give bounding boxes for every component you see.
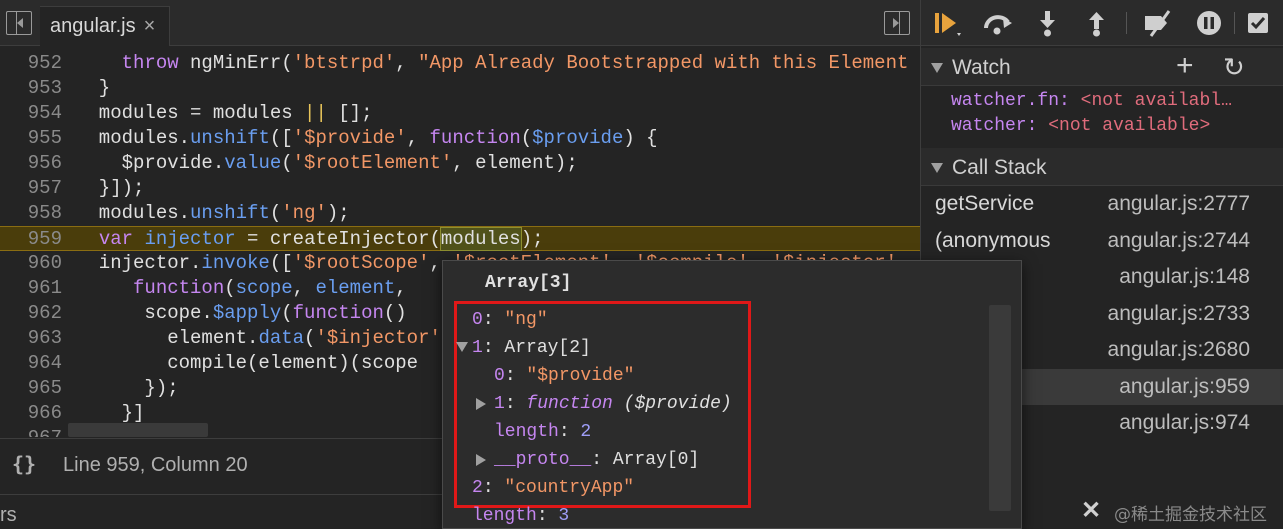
code-text: modules.unshift('ng'); xyxy=(76,202,350,224)
expand-triangle-icon[interactable] xyxy=(456,342,468,352)
code-line[interactable]: 953 } xyxy=(0,76,920,101)
watch-item[interactable]: watcher: <not available> xyxy=(951,114,1276,138)
popover-title: Array[3] xyxy=(485,273,572,293)
line-number[interactable]: 952 xyxy=(0,51,62,76)
nested-item-0[interactable]: 0: "$provide" xyxy=(494,362,634,390)
call-stack-title: Call Stack xyxy=(952,156,1047,179)
nested-proto[interactable]: __proto__: Array[0] xyxy=(476,446,699,474)
nested-item-1[interactable]: 1: function ($provide) xyxy=(476,390,732,418)
cursor-position: Line 959, Column 20 xyxy=(63,454,248,476)
toolbar-separator xyxy=(1126,12,1127,34)
frame-location[interactable]: angular.js:2744 xyxy=(1108,229,1250,253)
line-number[interactable]: 954 xyxy=(0,101,62,126)
close-icon[interactable]: ✕ xyxy=(1081,496,1101,525)
frame-function: getService xyxy=(935,192,1035,215)
watch-value: <not available> xyxy=(1048,116,1211,136)
line-number[interactable]: 964 xyxy=(0,351,62,376)
array-item-0[interactable]: 0: "ng" xyxy=(472,306,548,334)
frame-location[interactable]: angular.js:974 xyxy=(1119,411,1250,435)
code-text: compile(element)(scope xyxy=(76,352,419,374)
code-text: }); xyxy=(76,377,179,399)
popover-scrollbar[interactable] xyxy=(989,305,1011,511)
call-frame[interactable]: getService angular.js:2777 xyxy=(921,186,1283,222)
debugger-toolbar xyxy=(921,0,1283,46)
frame-location[interactable]: angular.js:959 xyxy=(1119,375,1250,399)
watch-expression: watcher xyxy=(951,116,1027,136)
bottom-panel-label[interactable]: rs xyxy=(0,504,17,527)
code-line[interactable]: 956 $provide.value('$rootElement', eleme… xyxy=(0,151,920,176)
frame-location[interactable]: angular.js:148 xyxy=(1119,265,1250,289)
step-over-icon[interactable] xyxy=(981,8,1013,38)
array-item-1[interactable]: 1: Array[2] xyxy=(456,334,591,362)
nested-length[interactable]: length: 2 xyxy=(494,418,591,446)
frame-location[interactable]: angular.js:2733 xyxy=(1108,302,1250,326)
line-number[interactable]: 961 xyxy=(0,276,62,301)
expand-triangle-icon[interactable] xyxy=(476,454,486,466)
code-text: }]); xyxy=(76,177,145,199)
code-text: throw ngMinErr('btstrpd', "App Already B… xyxy=(121,52,909,74)
line-number[interactable]: 959 xyxy=(0,227,62,252)
code-line[interactable]: 955 modules.unshift(['$provide', functio… xyxy=(0,126,920,151)
code-line[interactable]: 958 modules.unshift('ng'); xyxy=(0,201,920,226)
step-out-icon[interactable] xyxy=(1081,8,1113,38)
refresh-icon[interactable]: ↻ xyxy=(1223,52,1245,82)
code-line[interactable]: 954 modules = modules || []; xyxy=(0,101,920,126)
collapse-triangle-icon[interactable] xyxy=(931,63,943,73)
async-checkbox-icon[interactable] xyxy=(1243,8,1275,38)
tab-angular-js[interactable]: angular.js × xyxy=(40,6,170,46)
frame-function: (anonymous xyxy=(935,228,1051,252)
line-number[interactable]: 963 xyxy=(0,326,62,351)
code-text: function(scope, element, xyxy=(133,277,407,299)
code-text: element.data('$injector' xyxy=(76,327,441,349)
collapse-triangle-icon[interactable] xyxy=(931,163,943,173)
editor-tab-bar: angular.js × xyxy=(0,0,920,46)
pretty-print-icon[interactable]: {} xyxy=(12,452,36,476)
watch-title: Watch xyxy=(952,56,1011,79)
code-text: modules = modules || []; xyxy=(76,102,373,124)
code-line[interactable]: 957 }]); xyxy=(0,176,920,201)
code-text: var injector = createInjector(modules); xyxy=(98,227,544,251)
watch-value: <not availabl… xyxy=(1080,91,1232,111)
call-stack-section-header[interactable]: Call Stack xyxy=(921,148,1283,186)
toggle-navigator-icon[interactable] xyxy=(6,11,32,35)
resume-icon[interactable] xyxy=(931,8,963,38)
watch-item[interactable]: watcher.fn: <not availabl… xyxy=(951,89,1276,113)
line-number[interactable]: 966 xyxy=(0,401,62,426)
watch-expression: watcher.fn xyxy=(951,91,1060,111)
deactivate-breakpoints-icon[interactable] xyxy=(1141,8,1173,38)
code-text: modules.unshift(['$provide', function($p… xyxy=(76,127,658,149)
horizontal-scrollbar[interactable] xyxy=(68,423,208,437)
line-number[interactable]: 957 xyxy=(0,176,62,201)
step-into-icon[interactable] xyxy=(1032,8,1064,38)
value-popover: Array[3] 0: "ng" 1: Array[2] 0: "$provid… xyxy=(442,260,1022,529)
line-number[interactable]: 967 xyxy=(0,426,62,437)
toggle-debugger-icon[interactable] xyxy=(884,11,910,35)
array-length[interactable]: length: 3 xyxy=(472,502,569,529)
toolbar-separator xyxy=(1234,12,1235,34)
line-number[interactable]: 962 xyxy=(0,301,62,326)
watch-section-header[interactable]: Watch + ↻ xyxy=(921,48,1283,86)
code-text: $provide.value('$rootElement', element); xyxy=(76,152,578,174)
watermark: @稀土掘金技术社区 xyxy=(1114,505,1267,525)
close-tab-icon[interactable]: × xyxy=(144,15,156,38)
expand-triangle-icon[interactable] xyxy=(476,398,486,410)
code-line[interactable]: 952 throw ngMinErr('btstrpd', "App Alrea… xyxy=(0,51,920,76)
code-line[interactable]: 959 var injector = createInjector(module… xyxy=(0,226,920,251)
code-text: } xyxy=(76,77,111,99)
code-text: scope.$apply(function() xyxy=(76,302,407,324)
line-number[interactable]: 953 xyxy=(0,76,62,101)
line-number[interactable]: 965 xyxy=(0,376,62,401)
line-number[interactable]: 960 xyxy=(0,251,62,276)
line-number[interactable]: 958 xyxy=(0,201,62,226)
call-frame[interactable]: (anonymous angular.js:2744 xyxy=(921,223,1283,259)
frame-location[interactable]: angular.js:2680 xyxy=(1108,338,1250,362)
pause-on-exceptions-icon[interactable] xyxy=(1193,8,1225,38)
add-watch-icon[interactable]: + xyxy=(1176,50,1194,82)
tab-label: angular.js xyxy=(50,15,136,37)
line-number[interactable]: 956 xyxy=(0,151,62,176)
array-item-2[interactable]: 2: "countryApp" xyxy=(472,474,634,502)
line-number[interactable]: 955 xyxy=(0,126,62,151)
frame-location[interactable]: angular.js:2777 xyxy=(1108,192,1250,216)
